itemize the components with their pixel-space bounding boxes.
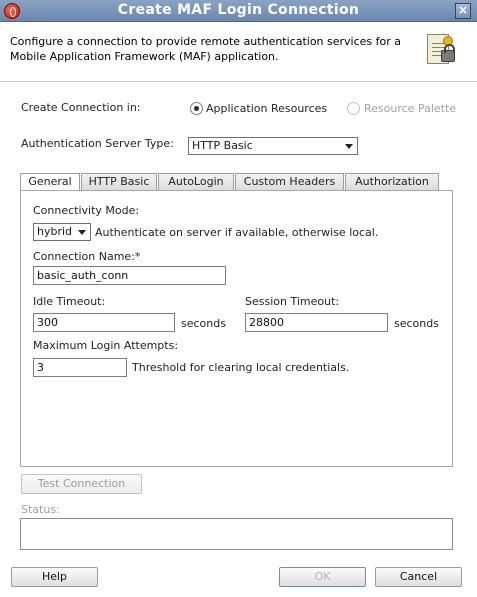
title-bar: Create MAF Login Connection ×: [0, 0, 477, 22]
help-button[interactable]: Help: [11, 567, 98, 587]
resource-palette-radio: [347, 102, 360, 115]
dialog-header: Configure a connection to provide remote…: [0, 22, 477, 82]
max-login-attempts-input[interactable]: 3: [33, 358, 127, 377]
connectivity-mode-hint: Authenticate on server if available, oth…: [95, 226, 379, 239]
auth-server-type-value: HTTP Basic: [192, 139, 253, 152]
connectivity-mode-value: hybrid: [37, 225, 73, 238]
cancel-button[interactable]: Cancel: [375, 567, 462, 587]
connectivity-mode-select[interactable]: hybrid: [33, 223, 91, 241]
chevron-down-icon: [78, 230, 86, 235]
ok-button: OK: [279, 567, 366, 587]
status-label: Status:: [21, 503, 60, 516]
connection-name-label: Connection Name:*: [33, 250, 141, 263]
window-title: Create MAF Login Connection: [117, 2, 360, 18]
session-timeout-label: Session Timeout:: [245, 295, 340, 308]
create-in-label: Create Connection in:: [21, 101, 141, 114]
tab-general[interactable]: General: [20, 173, 80, 191]
max-login-attempts-hint: Threshold for clearing local credentials…: [132, 361, 350, 374]
auth-server-type-select[interactable]: HTTP Basic: [188, 137, 358, 155]
idle-timeout-input[interactable]: 300: [33, 313, 175, 332]
auth-server-type-label: Authentication Server Type:: [21, 137, 174, 150]
application-resources-label[interactable]: Application Resources: [206, 102, 327, 115]
tab-autologin[interactable]: AutoLogin: [158, 173, 234, 190]
session-timeout-input[interactable]: 28800: [245, 313, 388, 332]
chevron-down-icon: [345, 144, 353, 149]
status-box: [20, 518, 453, 550]
close-icon[interactable]: ×: [455, 3, 471, 19]
tab-custom-headers[interactable]: Custom Headers: [235, 173, 344, 190]
test-connection-button: Test Connection: [21, 474, 142, 494]
tab-http-basic[interactable]: HTTP Basic: [81, 173, 157, 190]
resource-palette-label: Resource Palette: [364, 102, 457, 115]
idle-timeout-unit: seconds: [181, 317, 226, 330]
connection-name-input[interactable]: basic_auth_conn: [33, 266, 226, 285]
idle-timeout-label: Idle Timeout:: [33, 295, 106, 308]
session-timeout-unit: seconds: [394, 317, 439, 330]
application-resources-radio[interactable]: [190, 102, 203, 115]
tab-authorization[interactable]: Authorization: [345, 173, 439, 190]
max-login-attempts-label: Maximum Login Attempts:: [33, 339, 179, 352]
header-description: Configure a connection to provide remote…: [10, 35, 402, 63]
connectivity-mode-label: Connectivity Mode:: [33, 204, 140, 217]
secure-document-icon: [425, 32, 457, 70]
